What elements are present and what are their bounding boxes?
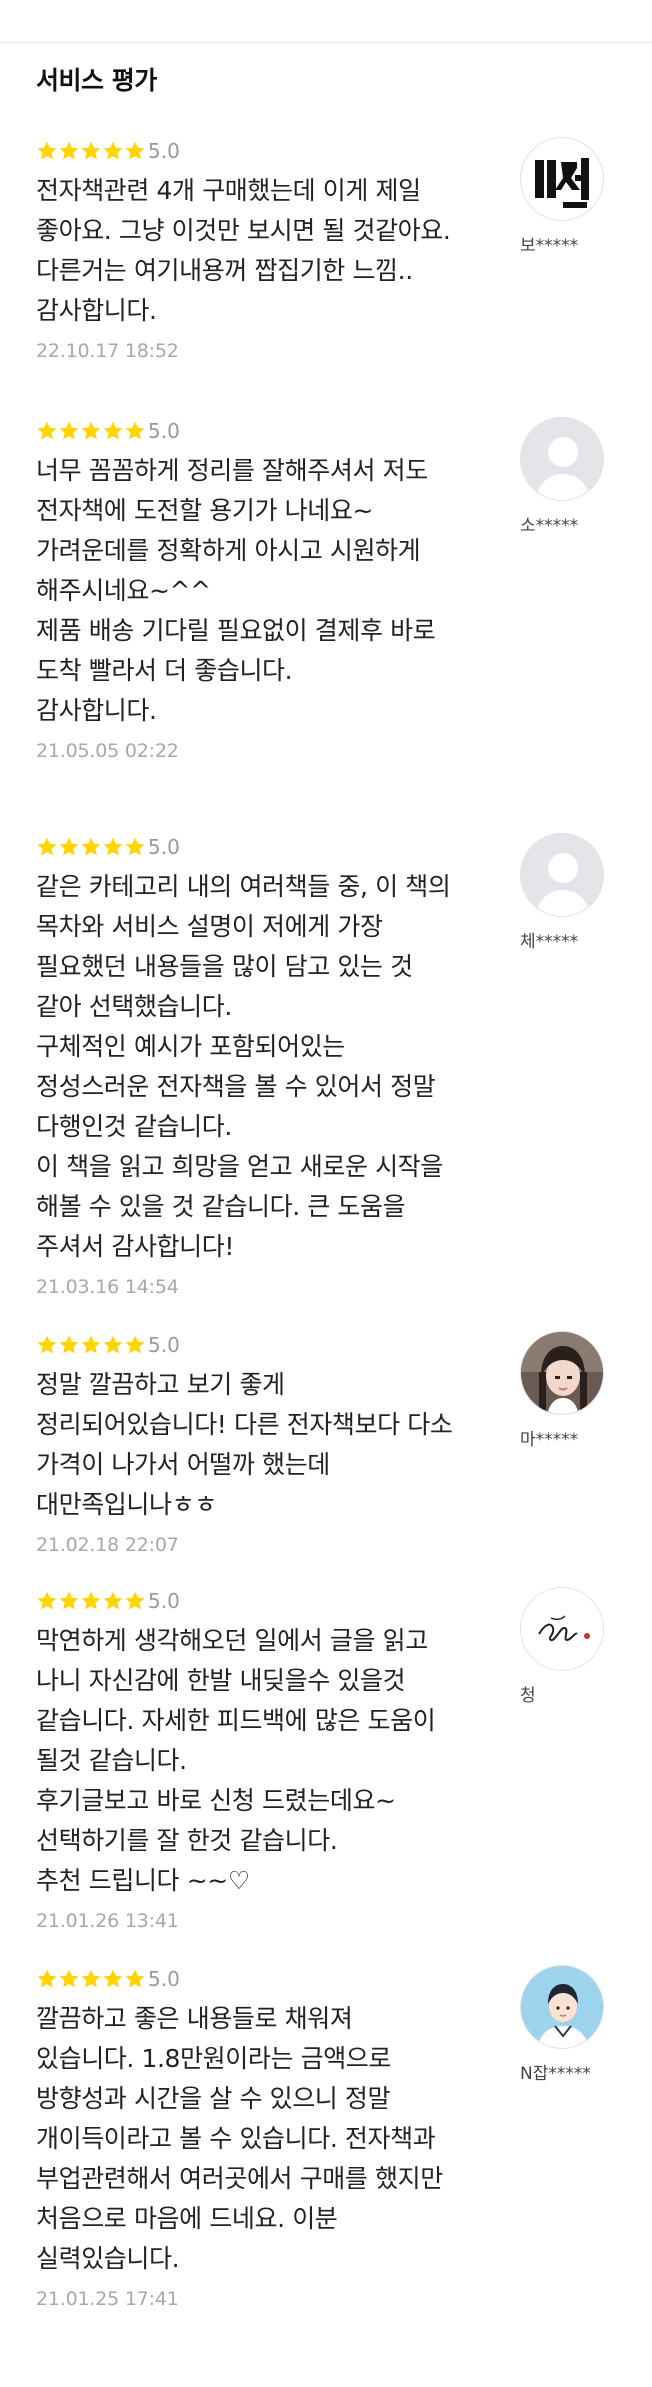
review-paragraph: 추천 드립니다 ~~♡ [36, 1866, 250, 1895]
review-text: 같은 카테고리 내의 여러책들 중, 이 책의 목차와 서비스 설명이 저에게 … [36, 867, 456, 1267]
review-item: 5.0 같은 카테고리 내의 여러책들 중, 이 책의 목차와 서비스 설명이 … [0, 833, 652, 1303]
review-text: 전자책관련 4개 구매했는데 이게 제일 좋아요. 그냥 이것만 보시면 될 것… [36, 171, 456, 331]
review-date: 21.02.18 22:07 [36, 1534, 179, 1556]
reviewer-profile[interactable]: N잡***** [520, 1965, 604, 2084]
star-rating [36, 420, 146, 442]
review-text: 깔끔하고 좋은 내용들로 채워져 있습니다. 1.8만원이라는 금액으로 방향성… [36, 1999, 456, 2279]
star-icon [102, 420, 124, 442]
star-icon [58, 1968, 80, 1990]
review-item: 5.0 너무 꼼꼼하게 정리를 잘해주셔서 저도 전자책에 도전할 용기가 나네… [0, 417, 652, 807]
reviewer-profile[interactable]: 마***** [520, 1331, 604, 1450]
rating-score: 5.0 [148, 1333, 180, 1357]
review-paragraph: 후기글보고 바로 신청 드렸는데요~ 선택하기를 잘 한것 같습니다. [36, 1786, 396, 1855]
reviewer-name: 마***** [520, 1430, 579, 1450]
star-icon [124, 420, 146, 442]
rating-score: 5.0 [148, 419, 180, 443]
review-paragraph: 제품 배송 기다릴 필요없이 결제후 바로 도착 빨라서 더 좋습니다. [36, 616, 436, 685]
star-icon [58, 140, 80, 162]
star-icon [102, 836, 124, 858]
review-list: 5.0 전자책관련 4개 구매했는데 이게 제일 좋아요. 그냥 이것만 보시면… [0, 137, 652, 2310]
review-paragraph: 구체적인 예시가 포함되어있는 정성스러운 전자책을 볼 수 있어서 정말 다행… [36, 1032, 436, 1141]
review-text: 너무 꼼꼼하게 정리를 잘해주셔서 저도 전자책에 도전할 용기가 나네요~ 가… [36, 451, 456, 731]
star-rating [36, 1334, 146, 1356]
reviewer-name: 청 [520, 1686, 536, 1706]
star-rating [36, 836, 146, 858]
rating-score: 5.0 [148, 139, 180, 163]
review-paragraph: 너무 꼼꼼하게 정리를 잘해주셔서 저도 전자책에 도전할 용기가 나네요~ 가… [36, 456, 428, 605]
star-icon [80, 836, 102, 858]
logo-avatar-icon[interactable] [520, 137, 604, 221]
star-icon [102, 140, 124, 162]
star-icon [124, 140, 146, 162]
star-icon [58, 836, 80, 858]
review-date: 22.10.17 18:52 [36, 340, 179, 362]
review-item: 5.0 깔끔하고 좋은 내용들로 채워져 있습니다. 1.8만원이라는 금액으로… [0, 1965, 652, 2310]
review-text: 정말 깔끔하고 보기 좋게 정리되어있습니다! 다른 전자책보다 다소 가격이 … [36, 1365, 456, 1525]
review-paragraph: 막연하게 생각해오던 일에서 글을 읽고 나니 자신감에 한발 내딪을수 있을것… [36, 1626, 436, 1775]
star-icon [36, 140, 58, 162]
review-item: 5.0 정말 깔끔하고 보기 좋게 정리되어있습니다! 다른 전자책보다 다소 … [0, 1331, 652, 1561]
star-icon [36, 1590, 58, 1612]
star-icon [36, 1334, 58, 1356]
reviewer-profile[interactable]: 소***** [520, 417, 604, 536]
reviewer-name: 체***** [520, 932, 579, 952]
reviewer-name: 소***** [520, 516, 579, 536]
review-date: 21.03.16 14:54 [36, 1276, 179, 1298]
review-date: 21.01.25 17:41 [36, 2288, 179, 2310]
reviewer-name: 보***** [520, 236, 579, 256]
reviewer-profile[interactable]: 체***** [520, 833, 604, 952]
star-icon [58, 1590, 80, 1612]
review-text: 막연하게 생각해오던 일에서 글을 읽고 나니 자신감에 한발 내딪을수 있을것… [36, 1621, 456, 1901]
star-rating [36, 140, 146, 162]
reviewer-profile[interactable]: 보***** [520, 137, 604, 256]
review-item: 5.0 막연하게 생각해오던 일에서 글을 읽고 나니 자신감에 한발 내딪을수… [0, 1587, 652, 1939]
review-date: 21.01.26 13:41 [36, 1910, 179, 1932]
signature-avatar-icon[interactable] [520, 1587, 604, 1671]
review-paragraph: 같은 카테고리 내의 여러책들 중, 이 책의 목차와 서비스 설명이 저에게 … [36, 872, 451, 1021]
star-icon [58, 1334, 80, 1356]
star-icon [124, 1968, 146, 1990]
rating-score: 5.0 [148, 1967, 180, 1991]
star-rating [36, 1968, 146, 1990]
illustration-avatar-icon[interactable] [520, 1965, 604, 2049]
rating-score: 5.0 [148, 1589, 180, 1613]
section-title: 서비스 평가 [36, 66, 157, 95]
reviewer-profile[interactable]: 청 [520, 1587, 604, 1706]
review-date: 21.05.05 02:22 [36, 740, 179, 762]
star-icon [80, 1590, 102, 1612]
reviewer-name: N잡***** [520, 2064, 591, 2084]
star-rating [36, 1590, 146, 1612]
review-paragraph: 감사합니다. [36, 696, 157, 725]
star-icon [80, 140, 102, 162]
star-icon [102, 1590, 124, 1612]
top-divider [0, 0, 652, 43]
review-item: 5.0 전자책관련 4개 구매했는데 이게 제일 좋아요. 그냥 이것만 보시면… [0, 137, 652, 387]
star-icon [124, 1590, 146, 1612]
star-icon [80, 420, 102, 442]
default-avatar-icon[interactable] [520, 833, 604, 917]
star-icon [36, 836, 58, 858]
star-icon [80, 1334, 102, 1356]
default-avatar-icon[interactable] [520, 417, 604, 501]
rating-score: 5.0 [148, 835, 180, 859]
review-paragraph: 이 책을 읽고 희망을 얻고 새로운 시작을 해볼 수 있을 것 같습니다. 큰… [36, 1152, 443, 1261]
review-paragraph: 정말 깔끔하고 보기 좋게 정리되어있습니다! 다른 전자책보다 다소 가격이 … [36, 1370, 453, 1519]
review-paragraph: 전자책관련 4개 구매했는데 이게 제일 좋아요. 그냥 이것만 보시면 될 것… [36, 176, 451, 325]
star-icon [124, 836, 146, 858]
star-icon [102, 1968, 124, 1990]
star-icon [102, 1334, 124, 1356]
star-icon [124, 1334, 146, 1356]
photo-avatar-icon[interactable] [520, 1331, 604, 1415]
star-icon [36, 420, 58, 442]
review-paragraph: 깔끔하고 좋은 내용들로 채워져 있습니다. 1.8만원이라는 금액으로 방향성… [36, 2004, 443, 2273]
star-icon [58, 420, 80, 442]
star-icon [36, 1968, 58, 1990]
star-icon [80, 1968, 102, 1990]
